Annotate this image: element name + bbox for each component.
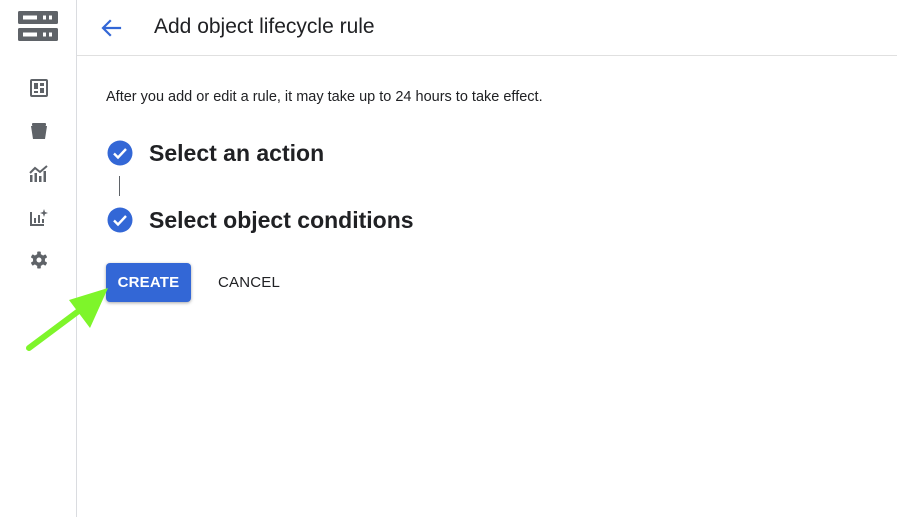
check-circle-icon: [107, 140, 133, 166]
check-circle-icon: [107, 207, 133, 233]
step-label: Select object conditions: [149, 207, 414, 233]
page-title: Add object lifecycle rule: [154, 15, 375, 38]
step-label: Select an action: [149, 140, 325, 166]
back-button[interactable]: [97, 14, 125, 42]
bucket-icon: [31, 123, 47, 139]
create-button[interactable]: CREATE: [106, 263, 191, 302]
gear-icon: [31, 251, 47, 269]
rail-item-insights[interactable]: [28, 206, 50, 228]
cancel-button[interactable]: CANCEL: [206, 263, 292, 302]
step-select-conditions[interactable]: Select object conditions: [107, 206, 414, 234]
dashboard-icon: [30, 79, 48, 97]
rail-item-settings[interactable]: [28, 249, 50, 271]
nav-rail: [0, 0, 77, 517]
page-header: Add object lifecycle rule: [77, 0, 897, 56]
arrow-back-icon: [101, 19, 122, 37]
insights-chart-icon: [30, 209, 48, 226]
step-select-action[interactable]: Select an action: [107, 139, 324, 167]
monitoring-chart-icon: [29, 165, 48, 182]
storage-server-icon: [18, 11, 58, 41]
info-text: After you add or edit a rule, it may tak…: [106, 89, 543, 105]
step-connector: [119, 176, 120, 196]
rail-item-buckets[interactable]: [28, 120, 50, 142]
rail-item-monitoring[interactable]: [28, 163, 50, 185]
rail-item-dashboard[interactable]: [28, 77, 50, 99]
